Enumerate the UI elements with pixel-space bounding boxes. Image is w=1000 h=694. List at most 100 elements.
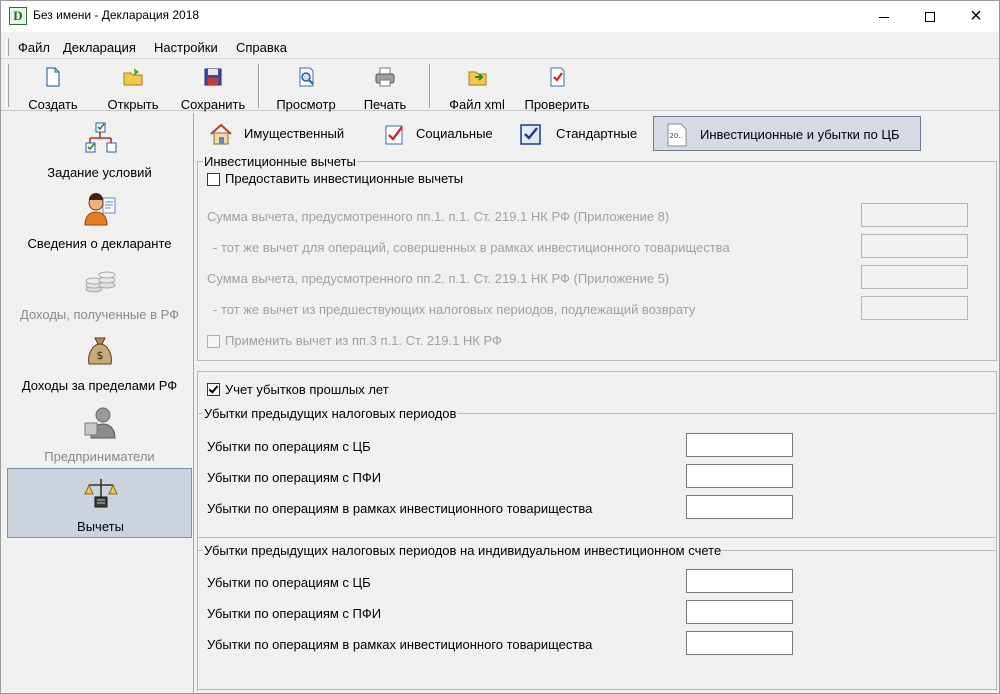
loss-row-label: Убытки по операциям с ПФИ — [207, 470, 382, 485]
menu-file[interactable]: Файл — [18, 40, 50, 55]
open-button[interactable]: Открыть — [99, 64, 167, 112]
past-losses-label: Учет убытков прошлых лет — [225, 382, 389, 397]
printer-icon — [375, 67, 395, 87]
losses-group-iis: Убытки предыдущих налоговых периодов на … — [197, 543, 997, 690]
menu-help[interactable]: Справка — [236, 40, 287, 55]
minimize-button[interactable] — [861, 1, 907, 32]
apply-deduction-checkbox[interactable] — [207, 335, 220, 348]
provide-deductions-checkbox[interactable] — [207, 173, 220, 186]
provide-deductions-label: Предоставить инвестиционные вычеты — [225, 171, 464, 186]
deduction-row-label: Сумма вычета, предусмотренного пп.1. п.1… — [207, 209, 670, 224]
preview-button[interactable]: Просмотр — [271, 64, 341, 112]
toolbar-grip[interactable] — [6, 64, 9, 107]
xml-file-button[interactable]: Файл xml — [443, 64, 511, 112]
loss-row-label: Убытки по операциям с ПФИ — [207, 606, 382, 621]
deduction-field-3[interactable] — [861, 265, 968, 289]
new-document-icon — [46, 67, 60, 87]
nav-label: Задание условий — [47, 165, 152, 180]
create-button[interactable]: Создать — [19, 64, 87, 112]
nav-item-income-russia[interactable]: Доходы, полученные в РФ — [7, 257, 192, 327]
close-icon: × — [970, 5, 982, 27]
loss-row-label: Убытки по операциям с ЦБ — [207, 575, 371, 590]
iis-losses-cb-input[interactable] — [686, 569, 793, 593]
losses-partnership-input[interactable] — [686, 495, 793, 519]
loss-row-label: Убытки по операциям с ЦБ — [207, 439, 371, 454]
iis-losses-partnership-input[interactable] — [686, 631, 793, 655]
nav-item-deductions[interactable]: Вычеты — [7, 468, 192, 538]
group-caption: Убытки предыдущих налоговых периодов на … — [203, 543, 723, 558]
scales-icon — [84, 479, 118, 508]
tab-label: Имущественный — [244, 126, 345, 141]
tab-label: Инвестиционные и убытки по ЦБ — [700, 127, 900, 142]
group-caption: Убытки предыдущих налоговых периодов — [203, 406, 458, 421]
nav-label: Предприниматели — [44, 449, 155, 464]
nav-item-declarant[interactable]: Сведения о декларанте — [7, 186, 192, 256]
deduction-tabs: Имущественный Социальные Стандартные 20.… — [196, 114, 996, 154]
save-button[interactable]: Сохранить — [177, 64, 249, 112]
investment-doc-icon-text: 20.. — [669, 132, 682, 140]
loss-row-label: Убытки по операциям в рамках инвестицион… — [207, 501, 593, 516]
menu-bar: Файл Декларация Настройки Справка — [1, 35, 999, 59]
deduction-field-2[interactable] — [861, 234, 968, 258]
nav-item-conditions[interactable]: Задание условий — [7, 115, 192, 185]
toolbar-separator — [258, 64, 260, 108]
tab-label: Стандартные — [556, 126, 638, 141]
preview-icon — [299, 67, 314, 87]
title-bar: D Без имени - Декларация 2018 × — [1, 1, 999, 32]
investment-doc-icon: 20.. — [667, 123, 687, 147]
verify-button[interactable]: Проверить — [519, 64, 595, 112]
maximize-button[interactable] — [907, 1, 953, 32]
apply-deduction-label: Применить вычет из пп.3 п.1. Ст. 219.1 Н… — [225, 333, 502, 348]
app-logo-icon: D — [9, 7, 27, 25]
menu-grip[interactable] — [6, 38, 9, 56]
tab-social[interactable]: Социальные — [382, 116, 502, 151]
open-folder-icon — [123, 68, 143, 86]
deduction-field-1[interactable] — [861, 203, 968, 227]
conditions-tree-icon — [85, 122, 117, 153]
print-button[interactable]: Печать — [357, 64, 413, 112]
deduction-field-4[interactable] — [861, 296, 968, 320]
checklist-icon — [385, 125, 403, 145]
save-label: Сохранить — [180, 97, 246, 112]
tab-property[interactable]: Имущественный — [208, 116, 368, 151]
menu-declaration[interactable]: Декларация — [63, 40, 136, 55]
preview-label: Просмотр — [276, 97, 336, 112]
deduction-row-label: - тот же вычет для операций, совершенных… — [213, 240, 730, 255]
nav-item-entrepreneurs[interactable]: Предприниматели — [7, 399, 192, 469]
nav-label: Вычеты — [77, 519, 124, 534]
xml-file-icon — [468, 71, 487, 86]
window-title: Без имени - Декларация 2018 — [33, 8, 200, 22]
money-bag-icon: $ — [88, 337, 112, 365]
checkmark-icon — [208, 383, 219, 394]
group-caption: Инвестиционные вычеты — [203, 154, 357, 169]
save-disk-icon — [204, 68, 222, 86]
loss-row-label: Убытки по операциям в рамках инвестицион… — [207, 637, 593, 652]
check-document-icon — [550, 67, 565, 87]
tab-standard[interactable]: Стандартные — [518, 116, 648, 151]
person-icon — [84, 193, 116, 226]
maximize-icon — [925, 12, 935, 23]
house-icon — [210, 123, 232, 145]
standard-check-icon — [520, 124, 541, 145]
app-window: D Без имени - Декларация 2018 × Файл Дек… — [0, 0, 1000, 694]
toolbar-separator — [429, 64, 431, 108]
past-losses-checkbox[interactable] — [207, 383, 220, 396]
xml-file-label: Файл xml — [449, 97, 505, 112]
losses-pfi-input[interactable] — [686, 464, 793, 488]
nav-item-income-abroad[interactable]: $ Доходы за пределами РФ — [7, 328, 192, 398]
menu-settings[interactable]: Настройки — [154, 40, 218, 55]
tab-label: Социальные — [416, 126, 493, 141]
iis-losses-pfi-input[interactable] — [686, 600, 793, 624]
coins-icon — [85, 271, 116, 293]
left-navigation: Задание условий Сведения о декларанте До… — [4, 113, 194, 693]
open-label: Открыть — [107, 97, 159, 112]
minimize-icon — [879, 16, 889, 18]
tab-investment[interactable]: 20.. Инвестиционные и убытки по ЦБ — [653, 116, 921, 151]
nav-label: Сведения о декларанте — [27, 236, 172, 251]
losses-cb-input[interactable] — [686, 433, 793, 457]
svg-text:$: $ — [97, 349, 104, 362]
close-button[interactable]: × — [953, 1, 999, 32]
nav-label: Доходы за пределами РФ — [21, 378, 178, 393]
losses-group-1: Убытки предыдущих налоговых периодов Убы… — [197, 406, 997, 538]
print-label: Печать — [363, 97, 407, 112]
